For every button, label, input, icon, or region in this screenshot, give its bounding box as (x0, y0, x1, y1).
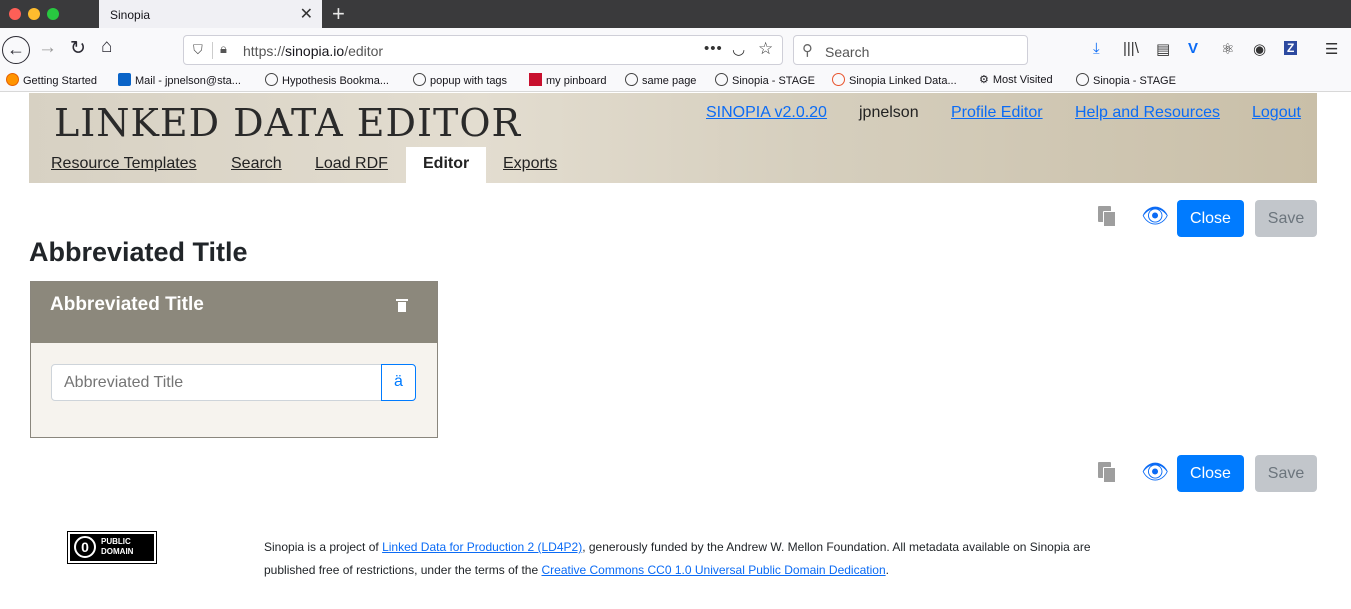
extension-z-icon[interactable]: Z (1284, 41, 1298, 55)
lock-icon[interactable]: 🔒︎ (220, 41, 227, 57)
account-icon[interactable]: ◉ (1253, 40, 1266, 58)
abbreviated-title-input[interactable] (51, 364, 382, 401)
language-button[interactable]: ä (381, 364, 416, 401)
search-icon: ⚲ (802, 42, 813, 59)
bookmark-item[interactable]: Sinopia - STAGE (1076, 73, 1176, 87)
close-button[interactable]: Close (1177, 200, 1244, 237)
new-tab-icon[interactable]: + (332, 1, 345, 27)
library-icon[interactable]: |||\ (1123, 40, 1139, 57)
help-link[interactable]: Help and Resources (1075, 104, 1220, 122)
app-header: LINKED DATA EDITOR SINOPIA v2.0.20 jpnel… (29, 93, 1317, 183)
cc0-link[interactable]: Creative Commons CC0 1.0 Universal Publi… (541, 563, 885, 577)
tab-resource-templates[interactable]: Resource Templates (51, 155, 197, 173)
save-button[interactable]: Save (1255, 200, 1317, 237)
panel-title: Abbreviated Title (50, 294, 204, 315)
gear-icon: ⚙ (979, 74, 989, 86)
menu-icon[interactable]: ☰ (1325, 40, 1338, 58)
bookmark-item[interactable]: Hypothesis Bookma... (265, 73, 389, 87)
url-separator (212, 42, 213, 59)
bookmark-item[interactable]: Mail - jpnelson@sta... (118, 73, 241, 87)
browser-tab[interactable]: Sinopia ✕ (99, 0, 322, 28)
forward-arrow-icon[interactable]: → (38, 37, 57, 59)
home-icon[interactable]: ⌂ (101, 36, 112, 58)
logout-link[interactable]: Logout (1252, 104, 1301, 122)
preview-eye-icon[interactable]: 👁︎ (1141, 203, 1169, 229)
extension-atom-icon[interactable]: ⚛ (1221, 40, 1234, 58)
browser-tab-strip: Sinopia ✕ + (0, 0, 1351, 28)
tab-load-rdf[interactable]: Load RDF (315, 155, 388, 173)
page-actions-icon[interactable]: ••• (704, 40, 723, 57)
save-button[interactable]: Save (1255, 455, 1317, 492)
tab-search[interactable]: Search (231, 155, 282, 173)
version-link[interactable]: SINOPIA v2.0.20 (706, 104, 827, 122)
back-arrow-icon[interactable]: ← (2, 36, 30, 64)
url-bar[interactable]: ⛉ 🔒︎ https://sinopia.io/editor ••• ◡ ☆ (183, 35, 783, 65)
close-tab-icon[interactable]: ✕ (300, 4, 313, 24)
bookmark-item[interactable]: popup with tags (413, 73, 507, 87)
window-minimize-button[interactable] (28, 8, 40, 20)
page-title: Abbreviated Title (29, 237, 248, 267)
bookmark-star-icon[interactable]: ☆ (758, 39, 773, 59)
cc-zero-icon: 0 (74, 536, 96, 558)
profile-editor-link[interactable]: Profile Editor (951, 104, 1043, 122)
tab-exports[interactable]: Exports (503, 155, 557, 173)
username: jpnelson (859, 104, 919, 121)
window-zoom-button[interactable] (47, 8, 59, 20)
shield-icon[interactable]: ⛉ (193, 42, 203, 58)
extension-v-icon[interactable]: V (1188, 40, 1198, 57)
search-placeholder: Search (825, 44, 870, 60)
bookmark-item[interactable]: same page (625, 73, 696, 87)
bookmark-item[interactable]: Sinopia Linked Data... (832, 73, 957, 87)
bookmark-item[interactable]: ⚙ Most Visited (979, 73, 1053, 86)
ld4p2-link[interactable]: Linked Data for Production 2 (LD4P2) (382, 540, 582, 554)
browser-tab-title: Sinopia (110, 8, 151, 22)
tab-editor[interactable]: Editor (406, 147, 487, 183)
public-domain-badge[interactable]: 0 PUBLIC DOMAIN (67, 531, 157, 564)
app-title: LINKED DATA EDITOR (54, 101, 522, 145)
footer-text: Sinopia is a project of Linked Data for … (264, 540, 1091, 577)
copy-icon[interactable] (1098, 206, 1116, 228)
copy-icon[interactable] (1098, 462, 1116, 484)
property-panel: Abbreviated Title ä (30, 281, 438, 438)
pocket-icon[interactable]: ◡ (732, 40, 745, 58)
bookmark-item[interactable]: Sinopia - STAGE (715, 73, 815, 87)
sidebar-icon[interactable]: ▤ (1156, 40, 1170, 58)
close-button[interactable]: Close (1177, 455, 1244, 492)
search-bar[interactable]: ⚲ Search (793, 35, 1028, 65)
trash-icon[interactable] (396, 299, 408, 313)
bookmark-item[interactable]: my pinboard (529, 73, 607, 87)
bookmark-item[interactable]: Getting Started (6, 73, 97, 87)
window-close-button[interactable] (9, 8, 21, 20)
preview-eye-icon[interactable]: 👁︎ (1141, 459, 1169, 485)
url-text[interactable]: https://sinopia.io/editor (243, 43, 383, 59)
download-icon[interactable]: ⤓ (1093, 40, 1100, 57)
panel-header: Abbreviated Title (31, 282, 437, 343)
reload-icon[interactable]: ↻ (70, 37, 86, 60)
